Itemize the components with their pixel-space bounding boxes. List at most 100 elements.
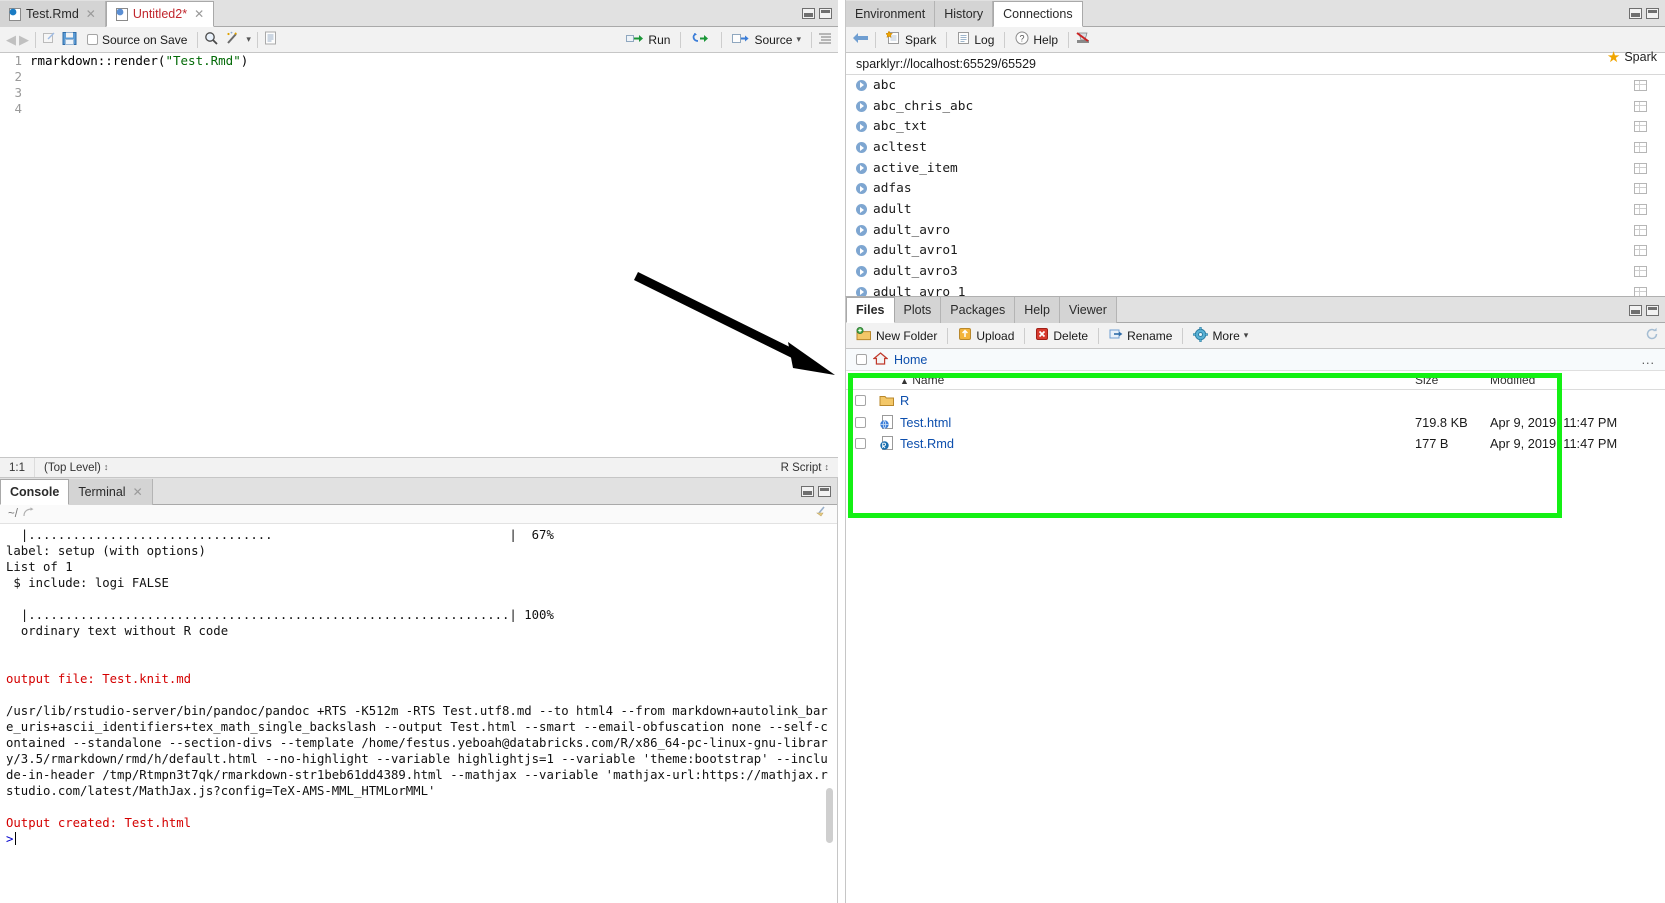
- file-link[interactable]: R: [900, 393, 909, 408]
- table-row[interactable]: Test.Rmd 177 B Apr 9, 2019, 11:47 PM: [846, 433, 1665, 455]
- tab-history[interactable]: History: [935, 1, 994, 27]
- save-icon[interactable]: [62, 31, 77, 49]
- refresh-icon[interactable]: [1645, 327, 1659, 344]
- column-header-size[interactable]: Size: [1415, 373, 1490, 387]
- expand-table-icon[interactable]: [856, 183, 867, 195]
- close-icon[interactable]: ✕: [86, 7, 96, 21]
- view-table-icon[interactable]: [1634, 203, 1647, 215]
- minimize-pane-button[interactable]: [802, 8, 815, 19]
- column-header-name[interactable]: ▲ Name: [900, 373, 1415, 387]
- rename-button[interactable]: Rename: [1105, 326, 1176, 345]
- console-output[interactable]: |................................. | 67%…: [0, 524, 837, 903]
- connections-table-list[interactable]: abc abc_chris_abc abc_txt acltest active_ite…: [846, 75, 1665, 300]
- tab-test-rmd[interactable]: Test.Rmd ✕: [0, 1, 106, 27]
- close-icon[interactable]: ✕: [133, 485, 143, 499]
- compile-report-icon[interactable]: [264, 31, 277, 48]
- expand-table-icon[interactable]: [856, 266, 867, 278]
- connection-table-item[interactable]: acltest: [846, 137, 1665, 158]
- table-row[interactable]: Test.html 719.8 KB Apr 9, 2019, 11:47 PM: [846, 412, 1665, 434]
- expand-table-icon[interactable]: [856, 79, 867, 91]
- row-checkbox[interactable]: [854, 438, 866, 450]
- connection-table-item[interactable]: adult_avro1: [846, 241, 1665, 262]
- file-link[interactable]: Test.html: [900, 415, 951, 430]
- document-outline-icon[interactable]: [818, 32, 832, 48]
- tab-help[interactable]: Help: [1015, 297, 1060, 323]
- minimize-pane-button[interactable]: [1629, 305, 1642, 316]
- connection-table-item[interactable]: abc_chris_abc: [846, 96, 1665, 117]
- open-in-window-icon[interactable]: [23, 507, 35, 521]
- file-name-cell[interactable]: Test.html: [900, 415, 1415, 430]
- expand-table-icon[interactable]: [856, 162, 867, 174]
- view-table-icon[interactable]: [1634, 100, 1647, 112]
- expand-table-icon[interactable]: [856, 100, 867, 112]
- maximize-pane-button[interactable]: [818, 486, 831, 497]
- connection-table-item[interactable]: adult: [846, 199, 1665, 220]
- chevron-down-icon[interactable]: ▾: [246, 34, 251, 45]
- magnifier-icon[interactable]: [204, 31, 219, 49]
- view-table-icon[interactable]: [1634, 79, 1647, 91]
- upload-button[interactable]: Upload: [954, 326, 1018, 345]
- tab-connections[interactable]: Connections: [993, 1, 1083, 27]
- source-on-save-toggle[interactable]: Source on Save: [83, 32, 191, 48]
- filetype-selector[interactable]: R Script ↕: [772, 458, 838, 477]
- view-table-icon[interactable]: [1634, 162, 1647, 174]
- select-all-checkbox[interactable]: [856, 354, 867, 365]
- close-icon[interactable]: ✕: [194, 7, 204, 21]
- help-button[interactable]: ? Help: [1011, 30, 1062, 49]
- connection-table-item[interactable]: adult_avro3: [846, 261, 1665, 282]
- maximize-pane-button[interactable]: [819, 8, 832, 19]
- minimize-pane-button[interactable]: [801, 486, 814, 497]
- view-table-icon[interactable]: [1634, 121, 1647, 133]
- forward-arrow-icon[interactable]: ▶: [19, 32, 29, 48]
- tab-untitled2[interactable]: Untitled2* ✕: [105, 1, 215, 27]
- code-area[interactable]: 1 rmarkdown::render("Test.Rmd") 2 3 4: [0, 53, 838, 453]
- maximize-pane-button[interactable]: [1646, 8, 1659, 19]
- spark-new-connection-button[interactable]: Spark: [882, 30, 940, 49]
- expand-table-icon[interactable]: [856, 141, 867, 153]
- expand-table-icon[interactable]: [856, 203, 867, 215]
- tab-console[interactable]: Console: [0, 479, 70, 505]
- row-checkbox[interactable]: [854, 416, 866, 428]
- expand-table-icon[interactable]: [856, 121, 867, 133]
- file-name-cell[interactable]: Test.Rmd: [900, 436, 1415, 451]
- log-button[interactable]: Log: [953, 30, 998, 49]
- connection-table-item[interactable]: abc_txt: [846, 116, 1665, 137]
- maximize-pane-button[interactable]: [1646, 305, 1659, 316]
- code-tools-icon[interactable]: [225, 31, 240, 49]
- tab-plots[interactable]: Plots: [894, 297, 942, 323]
- expand-table-icon[interactable]: [856, 224, 867, 236]
- view-table-icon[interactable]: [1634, 183, 1647, 195]
- view-table-icon[interactable]: [1634, 245, 1647, 257]
- view-table-icon[interactable]: [1634, 266, 1647, 278]
- tab-files[interactable]: Files: [846, 297, 895, 323]
- chevron-down-icon[interactable]: ▾: [796, 34, 801, 45]
- source-button[interactable]: Source ▾: [728, 31, 805, 49]
- console-prompt[interactable]: >: [6, 831, 831, 847]
- view-table-icon[interactable]: [1634, 141, 1647, 153]
- connection-table-item[interactable]: active_item: [846, 158, 1665, 179]
- files-list[interactable]: R Test.html 719.8 KB Apr 9, 2019, 11:47 PM T…: [846, 390, 1665, 455]
- new-folder-button[interactable]: New Folder: [852, 326, 941, 345]
- back-arrow-icon[interactable]: [852, 31, 869, 48]
- tab-terminal[interactable]: Terminal ✕: [69, 479, 153, 505]
- rerun-button[interactable]: [687, 31, 715, 49]
- file-name-cell[interactable]: R: [900, 393, 1415, 408]
- disconnect-icon[interactable]: [1075, 31, 1091, 49]
- breadcrumb-overflow[interactable]: ...: [1642, 353, 1655, 367]
- scope-selector[interactable]: (Top Level) ↕: [35, 458, 117, 477]
- column-header-modified[interactable]: Modified: [1490, 373, 1665, 387]
- connection-table-item[interactable]: adfas: [846, 178, 1665, 199]
- connection-table-item[interactable]: abc: [846, 75, 1665, 96]
- run-button[interactable]: Run: [622, 31, 674, 49]
- clear-console-icon[interactable]: [815, 506, 829, 522]
- tab-environment[interactable]: Environment: [846, 1, 936, 27]
- delete-button[interactable]: Delete: [1031, 326, 1092, 345]
- back-arrow-icon[interactable]: ◀: [6, 32, 16, 48]
- tab-packages[interactable]: Packages: [941, 297, 1016, 323]
- scrollbar-thumb[interactable]: [826, 788, 833, 843]
- source-on-save-checkbox[interactable]: [87, 34, 98, 45]
- show-in-new-window-icon[interactable]: [42, 31, 56, 48]
- breadcrumb-home[interactable]: Home: [894, 353, 927, 367]
- table-row[interactable]: R: [846, 390, 1665, 412]
- console-scrollbar[interactable]: [826, 538, 835, 858]
